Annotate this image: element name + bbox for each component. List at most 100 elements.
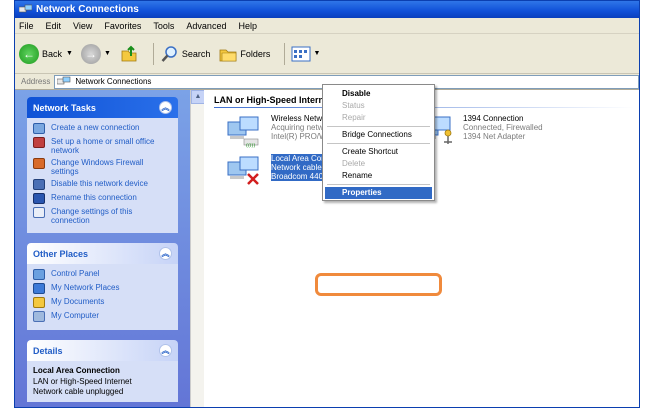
forward-arrow-icon: →: [80, 43, 101, 64]
collapse-chevron-icon[interactable]: ︽: [159, 344, 172, 357]
details-header[interactable]: Details ︽: [27, 340, 178, 361]
wireless-connection-icon: ((i)): [227, 116, 259, 149]
menu-item-create-shortcut[interactable]: Create Shortcut: [325, 146, 432, 158]
menu-separator: [327, 143, 430, 144]
task-label: Create a new connection: [51, 123, 140, 132]
disable-device-icon: [33, 179, 45, 190]
task-disable-device[interactable]: Disable this network device: [33, 179, 172, 190]
place-label: My Computer: [51, 311, 100, 320]
connection-text: 1394 Connection Connected, Firewalled 13…: [463, 114, 543, 141]
scroll-up-icon[interactable]: ▲: [191, 90, 205, 104]
rename-icon: [33, 193, 45, 204]
views-icon: [291, 46, 311, 61]
collapse-chevron-icon[interactable]: ︽: [159, 101, 172, 114]
details-panel: Details ︽ Local Area Connection LAN or H…: [27, 340, 178, 402]
toolbar-separator: [284, 42, 286, 65]
details-name: Local Area Connection: [33, 366, 120, 375]
menu-item-bridge-connections[interactable]: Bridge Connections: [325, 129, 432, 141]
network-tasks-panel: Network Tasks ︽ Create a new connection …: [27, 97, 178, 233]
svg-text:((i)): ((i)): [246, 143, 255, 149]
forward-button[interactable]: → ▼: [80, 43, 111, 64]
menu-item-status: Status: [342, 101, 365, 110]
connection-1394[interactable]: 1394 Connection Connected, Firewalled 13…: [418, 114, 543, 150]
menu-item-disable[interactable]: Disable: [325, 88, 432, 100]
back-dropdown-icon[interactable]: ▼: [66, 50, 73, 57]
task-pane: Network Tasks ︽ Create a new connection …: [15, 90, 190, 407]
details-status: Network cable unplugged: [33, 387, 124, 396]
place-label: Control Panel: [51, 269, 100, 278]
task-pane-scrollbar[interactable]: ▲: [190, 90, 205, 407]
address-value: Network Connections: [75, 77, 152, 86]
context-menu: Disable Status Repair Bridge Connections…: [322, 84, 435, 201]
menu-separator: [327, 126, 430, 127]
task-label: Change settings of this connection: [51, 207, 133, 225]
search-label: Search: [181, 48, 211, 59]
task-label: Disable this network device: [51, 179, 148, 188]
task-create-connection[interactable]: Create a new connection: [33, 123, 172, 134]
toolbar: ← Back ▼ → ▼ Search Folders ▼: [15, 34, 639, 74]
address-label: Address: [21, 77, 51, 86]
title-bar: Network Connections: [15, 1, 639, 18]
task-rename-connection[interactable]: Rename this connection: [33, 193, 172, 204]
details-body: Local Area Connection LAN or High-Speed …: [27, 361, 178, 402]
place-my-network-places[interactable]: My Network Places: [33, 283, 172, 294]
menu-tools[interactable]: Tools: [153, 21, 174, 31]
menu-edit[interactable]: Edit: [46, 21, 62, 31]
other-places-panel: Other Places ︽ Control Panel My Network …: [27, 243, 178, 330]
back-arrow-icon: ←: [19, 43, 39, 64]
menu-item-rename[interactable]: Rename: [325, 170, 432, 182]
window-title: Network Connections: [36, 4, 139, 15]
menu-file[interactable]: File: [19, 21, 34, 31]
details-type: LAN or High-Speed Internet: [33, 377, 132, 386]
collapse-chevron-icon[interactable]: ︽: [159, 247, 172, 260]
task-change-firewall[interactable]: Change Windows Firewall settings: [33, 158, 172, 176]
menu-separator: [327, 184, 430, 185]
task-label: Set up a home or small office network: [51, 137, 155, 155]
place-my-computer[interactable]: My Computer: [33, 311, 172, 322]
task-change-settings[interactable]: Change settings of this connection: [33, 207, 172, 225]
folders-icon: [220, 49, 237, 61]
home-network-icon: [33, 137, 45, 148]
details-title: Details: [33, 345, 63, 356]
network-tasks-title: Network Tasks: [33, 102, 96, 113]
other-places-title: Other Places: [33, 248, 89, 259]
search-icon: [161, 45, 177, 62]
firewall-icon: [33, 158, 45, 169]
network-places-icon: [33, 283, 45, 294]
menu-advanced[interactable]: Advanced: [186, 21, 226, 31]
group-title: LAN or High-Speed Internet: [214, 95, 333, 105]
up-folder-button[interactable]: [119, 44, 139, 64]
new-connection-icon: [33, 123, 45, 134]
folders-button[interactable]: Folders: [218, 44, 270, 64]
connection-name: 1394 Connection: [463, 114, 524, 123]
documents-folder-icon: [33, 297, 45, 308]
other-places-body: Control Panel My Network Places My Docum…: [27, 264, 178, 330]
place-my-documents[interactable]: My Documents: [33, 297, 172, 308]
place-label: My Network Places: [51, 283, 120, 292]
network-tasks-header[interactable]: Network Tasks ︽: [27, 97, 178, 118]
highlight-callout: [315, 273, 442, 296]
folders-label: Folders: [240, 48, 271, 59]
place-control-panel[interactable]: Control Panel: [33, 269, 172, 280]
connection-device: 1394 Net Adapter: [463, 132, 526, 141]
menu-view[interactable]: View: [73, 21, 92, 31]
other-places-header[interactable]: Other Places ︽: [27, 243, 178, 264]
toolbar-separator: [152, 42, 154, 65]
menu-favorites[interactable]: Favorites: [104, 21, 141, 31]
menu-bar: File Edit View Favorites Tools Advanced …: [15, 18, 639, 34]
views-button[interactable]: ▼: [291, 46, 320, 62]
menu-help[interactable]: Help: [238, 21, 257, 31]
back-button[interactable]: ← Back ▼: [19, 43, 73, 64]
menu-item-delete: Delete: [342, 159, 366, 168]
connection-status: Connected, Firewalled: [463, 123, 543, 132]
lan-disconnected-icon: [227, 156, 259, 185]
control-panel-icon: [33, 269, 45, 280]
network-connections-icon: [57, 76, 71, 85]
network-tasks-body: Create a new connection Set up a home or…: [27, 118, 178, 233]
search-button[interactable]: Search: [160, 44, 211, 64]
views-dropdown-icon[interactable]: ▼: [313, 50, 320, 57]
properties-icon: [33, 207, 45, 218]
task-setup-home-network[interactable]: Set up a home or small office network: [33, 137, 172, 155]
menu-item-properties[interactable]: Properties: [325, 187, 432, 199]
forward-dropdown-icon[interactable]: ▼: [104, 50, 111, 57]
